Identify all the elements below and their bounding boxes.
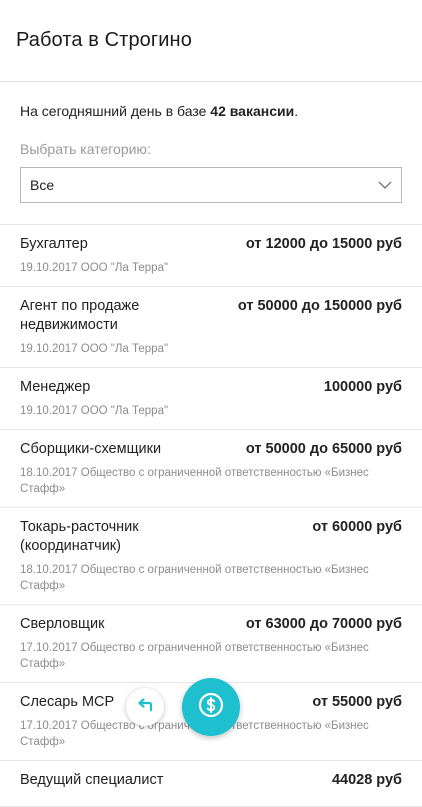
job-meta: 19.10.2017 ООО "Ла Терра" xyxy=(20,405,169,417)
job-meta: 17.10.2017 Общество с ограниченной ответ… xyxy=(20,642,369,670)
back-button[interactable] xyxy=(126,688,164,726)
dollar-icon xyxy=(198,692,224,723)
vacancy-summary: На сегодняшний день в базе 42 вакансии. xyxy=(20,103,402,119)
job-item[interactable]: Бухгалтер от 12000 до 15000 руб 19.10.20… xyxy=(0,225,422,287)
job-title: Сверловщик xyxy=(20,616,105,632)
job-salary: 44028 руб xyxy=(331,772,402,788)
job-salary: от 50000 до 65000 руб xyxy=(245,441,402,457)
job-salary: от 12000 до 15000 руб xyxy=(245,236,402,252)
job-meta: 18.10.2017 Общество с ограниченной ответ… xyxy=(20,564,369,592)
job-item[interactable]: Сборщики-схемщики от 50000 до 65000 руб … xyxy=(0,430,422,508)
job-salary: 100000 руб xyxy=(323,379,402,395)
page-title: Работа в Строгино xyxy=(16,29,192,51)
chevron-down-icon xyxy=(377,177,393,193)
category-selected-value: Все xyxy=(30,177,55,193)
category-label: Выбрать категорию: xyxy=(20,141,151,157)
job-item[interactable]: Токарь-расточник (координатчик) от 60000… xyxy=(0,508,422,605)
job-salary: от 50000 до 150000 руб xyxy=(237,298,402,314)
job-meta: 19.10.2017 ООО "Ла Терра" xyxy=(20,262,169,274)
job-title: Бухгалтер xyxy=(20,236,88,252)
job-title: Токарь-расточник (координатчик) xyxy=(20,519,139,554)
job-salary: от 60000 руб xyxy=(312,519,402,535)
job-item[interactable]: Сверловщик от 63000 до 70000 руб 17.10.2… xyxy=(0,605,422,683)
vacancy-count: 42 вакансии xyxy=(210,103,295,119)
summary-suffix: . xyxy=(294,103,299,119)
job-title: Слесарь МСР xyxy=(20,694,115,710)
job-meta: 19.10.2017 ООО "Ла Терра" xyxy=(20,343,169,355)
app-header: Работа в Строгино xyxy=(0,0,422,82)
job-item[interactable]: Ведущий специалист 44028 руб xyxy=(0,761,422,807)
job-title: Агент по продаже недвижимости xyxy=(20,298,140,333)
main-content: На сегодняшний день в базе 42 вакансии. … xyxy=(0,103,422,203)
job-title: Сборщики-схемщики xyxy=(20,441,162,457)
job-item[interactable]: Агент по продаже недвижимости от 50000 д… xyxy=(0,287,422,368)
job-title: Менеджер xyxy=(20,379,91,395)
category-select[interactable]: Все xyxy=(20,167,402,203)
reply-arrow-icon xyxy=(136,697,154,718)
job-salary: от 63000 до 70000 руб xyxy=(245,616,402,632)
salary-filter-button[interactable] xyxy=(182,678,240,736)
job-salary: от 55000 руб xyxy=(312,694,402,710)
job-meta: 18.10.2017 Общество с ограниченной ответ… xyxy=(20,467,369,495)
summary-prefix: На сегодняшний день в базе xyxy=(20,103,211,119)
job-item[interactable]: Менеджер 100000 руб 19.10.2017 ООО "Ла Т… xyxy=(0,368,422,430)
job-title: Ведущий специалист xyxy=(20,772,164,788)
